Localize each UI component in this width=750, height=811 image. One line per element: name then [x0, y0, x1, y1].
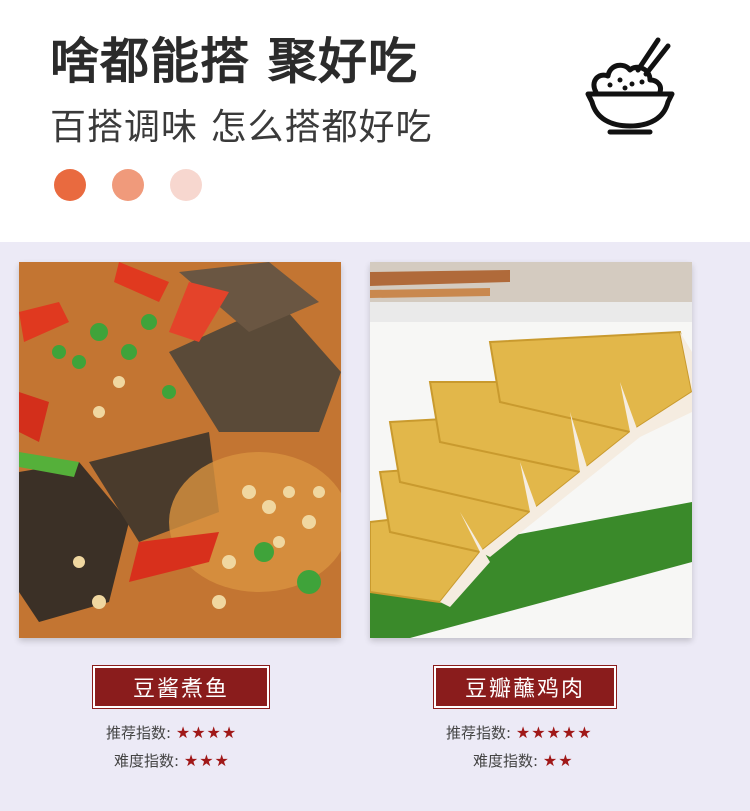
header-section: 啥都能搭 聚好吃 百搭调味 怎么搭都好吃	[0, 0, 750, 242]
difficulty-rating-chicken: 难度指数: ★★	[473, 750, 574, 771]
recommend-label: 推荐指数:	[446, 724, 512, 742]
dish-name-banner-fish[interactable]: 豆酱煮鱼	[92, 665, 270, 709]
recommend-rating-fish: 推荐指数: ★★★★	[106, 722, 237, 743]
decor-dots	[54, 169, 202, 201]
difficulty-label: 难度指数:	[473, 752, 539, 770]
difficulty-stars: ★★	[542, 751, 574, 770]
dish-section: 豆酱煮鱼 豆瓣蘸鸡肉 推荐指数: ★★★★ 难度指数: ★★★ 推荐指数: ★★…	[0, 242, 750, 811]
difficulty-rating-fish: 难度指数: ★★★	[114, 750, 230, 771]
difficulty-label: 难度指数:	[114, 752, 180, 770]
recommend-rating-chicken: 推荐指数: ★★★★★	[446, 722, 593, 743]
recommend-stars: ★★★★	[175, 723, 238, 742]
fish-dish-photo	[19, 262, 341, 638]
page-title: 啥都能搭 聚好吃	[50, 33, 419, 90]
recommend-label: 推荐指数:	[106, 724, 172, 742]
recommend-stars: ★★★★★	[515, 723, 593, 742]
dot-2	[112, 169, 144, 201]
chicken-dish-photo	[370, 262, 692, 638]
page-subtitle: 百搭调味 怎么搭都好吃	[50, 107, 433, 148]
dot-3	[170, 169, 202, 201]
dish-card-fish[interactable]	[19, 262, 341, 638]
difficulty-stars: ★★★	[183, 751, 230, 770]
dish-card-chicken[interactable]	[370, 262, 692, 638]
rice-bowl-chopsticks-icon	[580, 30, 680, 140]
dot-1	[54, 169, 86, 201]
dish-name-banner-chicken[interactable]: 豆瓣蘸鸡肉	[433, 665, 617, 709]
